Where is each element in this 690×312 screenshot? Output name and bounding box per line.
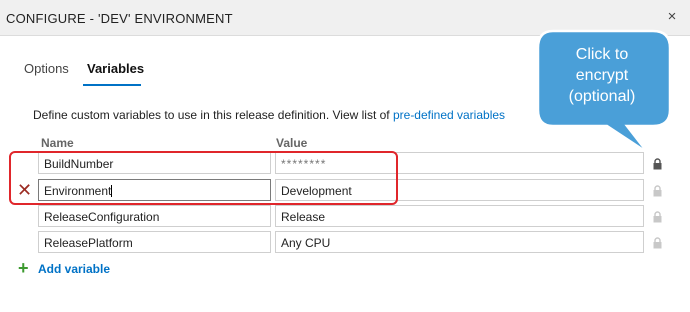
variable-value-input[interactable]: Development [275, 179, 644, 201]
value-column-header: Value [276, 136, 308, 150]
tab-options[interactable]: Options [24, 61, 69, 76]
variable-name-input[interactable]: BuildNumber [38, 152, 271, 174]
close-icon[interactable]: × [664, 9, 680, 25]
callout-line: (optional) [568, 88, 636, 105]
callout-line: encrypt [575, 67, 629, 84]
variable-row: ✕ Environment Development [0, 179, 690, 203]
add-variable-label: Add variable [38, 262, 111, 276]
description-text: Define custom variables to use in this r… [33, 108, 505, 122]
lock-closed-icon[interactable] [653, 158, 662, 170]
variable-name-text: Environment [44, 184, 112, 198]
active-tab-indicator [83, 84, 141, 86]
callout-line: Click to [575, 46, 629, 63]
text-caret [111, 185, 113, 197]
variable-value-input[interactable]: Any CPU [275, 231, 644, 253]
lock-open-icon[interactable] [653, 211, 662, 223]
tab-variables[interactable]: Variables [87, 61, 144, 76]
lock-open-icon[interactable] [653, 237, 662, 249]
variable-name-input[interactable]: ReleaseConfiguration [38, 205, 271, 227]
plus-icon: + [18, 258, 29, 278]
variable-value-input[interactable]: Release [275, 205, 644, 227]
predefined-variables-link[interactable]: pre-defined variables [393, 108, 505, 122]
variable-name-input[interactable]: ReleasePlatform [38, 231, 271, 253]
description-label: Define custom variables to use in this r… [33, 108, 393, 122]
lock-open-icon[interactable] [653, 185, 662, 197]
variable-row: ReleasePlatform Any CPU [0, 231, 690, 255]
variable-row: ReleaseConfiguration Release [0, 205, 690, 229]
variable-name-input[interactable]: Environment [38, 179, 271, 201]
delete-variable-icon[interactable]: ✕ [17, 181, 32, 199]
name-column-header: Name [41, 136, 74, 150]
dialog-title: CONFIGURE - 'DEV' ENVIRONMENT [6, 11, 233, 26]
callout-text: Click to encrypt (optional) [548, 44, 656, 107]
